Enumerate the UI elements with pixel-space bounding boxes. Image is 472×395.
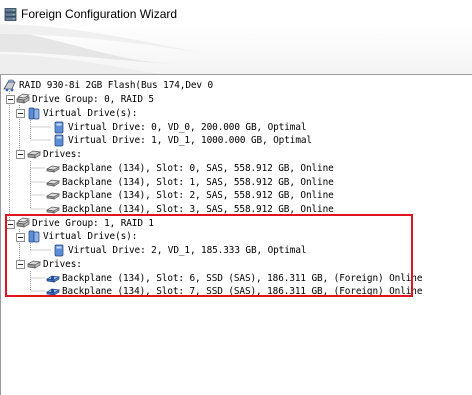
tree-node-drive-group-0[interactable]: Drive Group: 0, RAID 5 — [16, 93, 154, 106]
collapse-toggle-drives-0[interactable] — [16, 150, 25, 159]
hdd-icon — [46, 192, 60, 200]
tree-node-virtual-drives-0[interactable]: Virtual Drive(s): — [27, 107, 137, 120]
server-stack-icon — [4, 7, 17, 21]
physical-drive-label: Backplane (134), Slot: 0, SAS, 558.912 G… — [62, 163, 334, 174]
tree-node-virtual-drive[interactable]: Virtual Drive: 1, VD_1, 1000.000 GB, Opt… — [52, 134, 312, 147]
banner-swoosh — [0, 24, 220, 74]
virtual-drives-header: Virtual Drive(s): — [43, 108, 138, 119]
wizard-banner — [0, 22, 472, 74]
virtual-drive-label: Virtual Drive: 1, VD_1, 1000.000 GB, Opt… — [68, 135, 312, 146]
drive-group-icon — [16, 93, 30, 104]
drives-header: Drives: — [43, 149, 82, 160]
foreign-config-wizard-window: Foreign Configuration Wizard RAID 930-8i… — [0, 0, 472, 395]
tree-node-virtual-drive[interactable]: Virtual Drive: 0, VD_0, 200.000 GB, Opti… — [52, 121, 307, 134]
virtual-drive-icon — [54, 121, 64, 134]
collapse-toggle-group-0[interactable] — [6, 95, 15, 104]
drive-group-label: Drive Group: 0, RAID 5 — [32, 94, 154, 105]
virtual-drive-icon — [54, 134, 64, 147]
virtual-drive-label: Virtual Drive: 0, VD_0, 200.000 GB, Opti… — [68, 122, 307, 133]
window-title: Foreign Configuration Wizard — [21, 7, 178, 21]
physical-drive-label: Backplane (134), Slot: 1, SAS, 558.912 G… — [62, 177, 334, 188]
tree-node-physical-drive[interactable]: Backplane (134), Slot: 0, SAS, 558.912 G… — [46, 162, 334, 175]
collapse-toggle-virtual-drives-0[interactable] — [16, 109, 25, 118]
physical-drive-label: Backplane (134), Slot: 2, SAS, 558.912 G… — [62, 190, 334, 201]
tree-node-physical-drive[interactable]: Backplane (134), Slot: 1, SAS, 558.912 G… — [46, 176, 334, 189]
config-tree[interactable]: RAID 930-8i 2GB Flash(Bus 174,Dev 0 Driv… — [0, 75, 472, 395]
controller-label: RAID 930-8i 2GB Flash(Bus 174,Dev 0 — [19, 80, 214, 91]
tree-node-drives-0[interactable]: Drives: — [27, 148, 82, 161]
hdd-icon — [46, 179, 60, 187]
highlight-box — [5, 214, 413, 297]
hdd-icon — [46, 165, 60, 173]
virtual-drives-icon — [28, 107, 40, 120]
tree-node-physical-drive[interactable]: Backplane (134), Slot: 2, SAS, 558.912 G… — [46, 189, 334, 202]
raid-controller-icon — [3, 79, 16, 92]
tree-node-controller[interactable]: RAID 930-8i 2GB Flash(Bus 174,Dev 0 — [3, 79, 213, 92]
drives-folder-icon — [27, 150, 41, 159]
